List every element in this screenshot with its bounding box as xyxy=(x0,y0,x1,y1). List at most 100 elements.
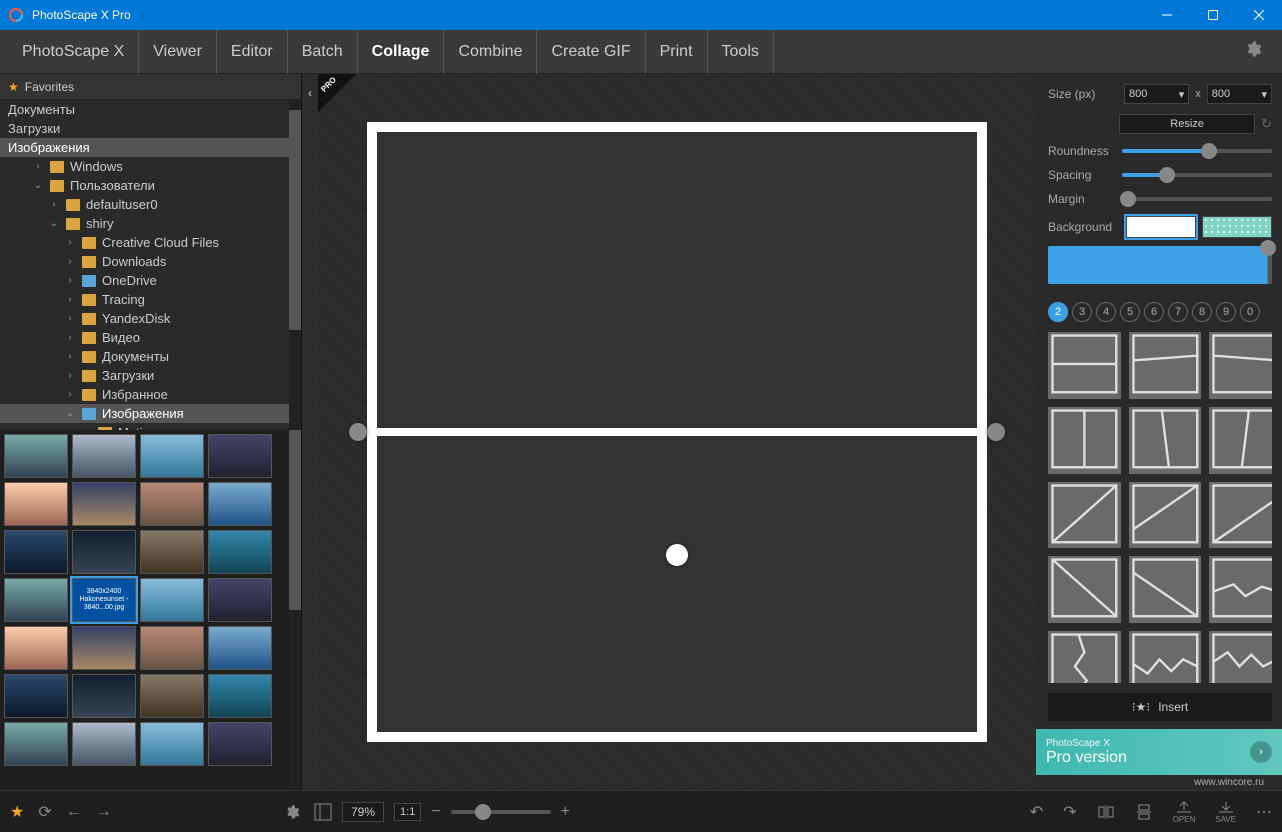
resize-handle-left[interactable] xyxy=(349,423,367,441)
folder-item[interactable]: ⌄Пользователи xyxy=(0,176,301,195)
tab-print[interactable]: Print xyxy=(646,30,708,74)
nav-back-icon[interactable]: ← xyxy=(66,803,82,821)
thumbnail[interactable] xyxy=(72,722,136,766)
thumbnail[interactable] xyxy=(208,530,272,574)
thumbnail[interactable] xyxy=(208,626,272,670)
thumbnail[interactable] xyxy=(72,626,136,670)
zoom-actual-size[interactable]: 1:1 xyxy=(394,803,421,821)
layout-template[interactable] xyxy=(1048,631,1121,683)
layout-template[interactable] xyxy=(1209,332,1272,399)
collage-frame[interactable] xyxy=(367,122,987,742)
layout-template[interactable] xyxy=(1209,556,1272,623)
thumbnail[interactable] xyxy=(4,434,68,478)
spacing-slider[interactable] xyxy=(1122,173,1272,177)
folder-item[interactable]: ›Windows xyxy=(0,157,301,176)
count-tab-9[interactable]: 9 xyxy=(1216,302,1236,322)
resize-handle-right[interactable] xyxy=(987,423,1005,441)
tab-collage[interactable]: Collage xyxy=(358,30,445,74)
layout-template[interactable] xyxy=(1048,556,1121,623)
background-swatch-white[interactable] xyxy=(1126,216,1196,238)
count-tab-2[interactable]: 2 xyxy=(1048,302,1068,322)
tab-combine[interactable]: Combine xyxy=(444,30,537,74)
canvas-area[interactable]: PRO xyxy=(318,74,1036,790)
thumbnail[interactable] xyxy=(4,578,68,622)
thumbnail[interactable] xyxy=(140,722,204,766)
folder-item[interactable]: ⌄shiry xyxy=(0,214,301,233)
zoom-slider[interactable] xyxy=(451,810,551,814)
open-button[interactable]: OPEN xyxy=(1173,800,1196,824)
layout-template[interactable] xyxy=(1129,332,1202,399)
settings-icon[interactable] xyxy=(284,804,300,820)
folder-item[interactable]: ›Matisse xyxy=(0,423,301,430)
thumbnail[interactable] xyxy=(208,434,272,478)
folder-item[interactable]: ›OneDrive xyxy=(0,271,301,290)
thumbnail[interactable] xyxy=(4,530,68,574)
count-tab-4[interactable]: 4 xyxy=(1096,302,1116,322)
thumbnail[interactable] xyxy=(140,434,204,478)
settings-gear-icon[interactable] xyxy=(1232,40,1274,63)
thumbnail[interactable] xyxy=(4,674,68,718)
redo-icon[interactable]: ↻ xyxy=(1261,116,1272,132)
thumbnail[interactable] xyxy=(208,674,272,718)
count-tab-8[interactable]: 8 xyxy=(1192,302,1212,322)
tree-scrollbar[interactable] xyxy=(289,100,301,430)
roundness-slider[interactable] xyxy=(1122,149,1272,153)
tab-tools[interactable]: Tools xyxy=(708,30,774,74)
folder-documents[interactable]: Документы xyxy=(0,100,301,119)
resize-button[interactable]: Resize xyxy=(1119,114,1255,134)
rotate-left-icon[interactable]: ↶ xyxy=(1030,802,1043,822)
nav-forward-icon[interactable]: → xyxy=(96,803,112,821)
thumbnail[interactable] xyxy=(72,434,136,478)
refresh-icon[interactable]: ⟳ xyxy=(38,802,51,822)
folder-item[interactable]: ›defaultuser0 xyxy=(0,195,301,214)
thumbnail[interactable] xyxy=(140,530,204,574)
folder-item[interactable]: ›Избранное xyxy=(0,385,301,404)
thumbnail[interactable] xyxy=(140,578,204,622)
layout-template[interactable] xyxy=(1129,556,1202,623)
thumbnail[interactable] xyxy=(208,722,272,766)
thumbnail[interactable] xyxy=(140,482,204,526)
background-swatch-pattern[interactable] xyxy=(1202,216,1272,238)
zoom-out-icon[interactable]: − xyxy=(431,803,440,821)
rotate-right-icon[interactable]: ↷ xyxy=(1063,802,1076,822)
flip-horizontal-icon[interactable] xyxy=(1097,803,1115,821)
layout-template[interactable] xyxy=(1209,631,1272,683)
tab-editor[interactable]: Editor xyxy=(217,30,288,74)
folder-images[interactable]: Изображения xyxy=(0,138,301,157)
folder-item[interactable]: ›Creative Cloud Files xyxy=(0,233,301,252)
thumbnail[interactable] xyxy=(72,482,136,526)
layout-template[interactable] xyxy=(1209,407,1272,474)
folder-item[interactable]: ⌄Изображения xyxy=(0,404,301,423)
collapse-left-panel[interactable]: ‹ xyxy=(302,74,318,790)
pan-handle-center[interactable] xyxy=(666,544,688,566)
thumbnail-scrollbar[interactable] xyxy=(289,430,301,790)
size-width-select[interactable]: 800▾ xyxy=(1124,84,1189,104)
thumbnail[interactable] xyxy=(140,626,204,670)
insert-button[interactable]: ⁝★⁝ Insert xyxy=(1048,693,1272,721)
favorites-bar[interactable]: ★ Favorites xyxy=(0,74,301,100)
zoom-level[interactable]: 79% xyxy=(342,802,384,822)
layout-template[interactable] xyxy=(1129,631,1202,683)
count-tab-7[interactable]: 7 xyxy=(1168,302,1188,322)
folder-item[interactable]: ›Tracing xyxy=(0,290,301,309)
thumbnail[interactable]: 3840x2400Hakonesunset - 3840...00.jpg xyxy=(72,578,136,622)
background-opacity-slider[interactable] xyxy=(1048,246,1272,284)
thumbnail[interactable] xyxy=(208,578,272,622)
pro-promo-banner[interactable]: PhotoScape X Pro version › xyxy=(1036,729,1282,775)
margin-slider[interactable] xyxy=(1122,197,1272,201)
layout-template[interactable] xyxy=(1048,332,1121,399)
save-button[interactable]: SAVE xyxy=(1215,800,1236,824)
maximize-button[interactable] xyxy=(1190,0,1236,30)
thumbnail[interactable] xyxy=(4,722,68,766)
tab-photoscape-x[interactable]: PhotoScape X xyxy=(8,30,139,74)
collage-cell-top[interactable] xyxy=(377,132,977,428)
thumbnail[interactable] xyxy=(72,530,136,574)
tab-create-gif[interactable]: Create GIF xyxy=(537,30,645,74)
more-icon[interactable]: ⋯ xyxy=(1256,802,1272,822)
layout-template[interactable] xyxy=(1048,407,1121,474)
size-height-select[interactable]: 800▾ xyxy=(1207,84,1272,104)
layout-template[interactable] xyxy=(1048,482,1121,549)
collage-cell-bottom[interactable] xyxy=(377,436,977,732)
close-button[interactable] xyxy=(1236,0,1282,30)
folder-item[interactable]: ›Загрузки xyxy=(0,366,301,385)
